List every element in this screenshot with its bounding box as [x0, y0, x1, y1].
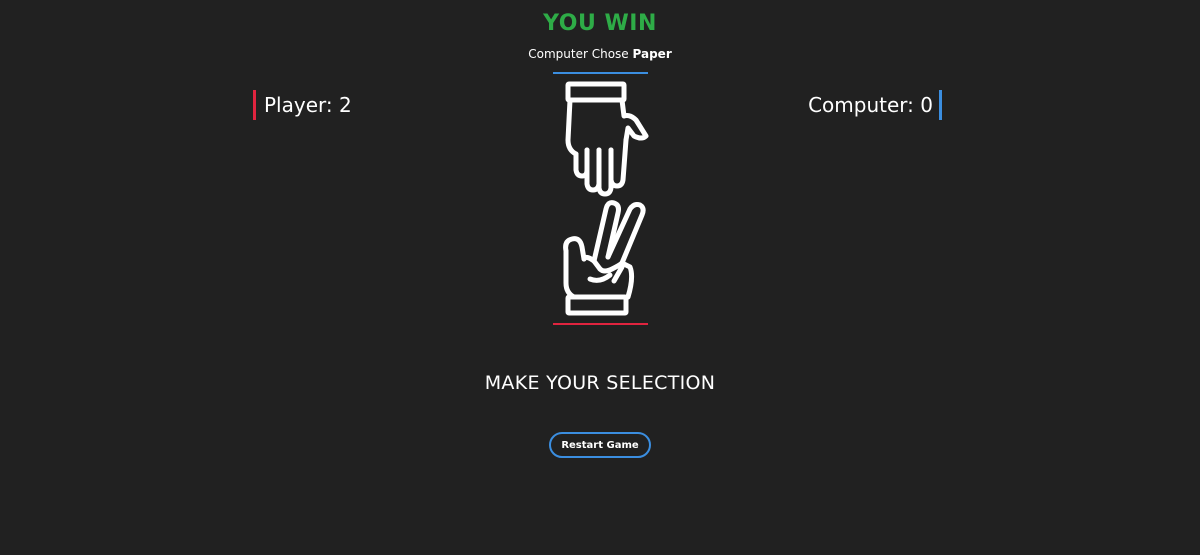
game-stage: YOU WIN Computer Chose Paper Player: 2 C… [0, 0, 1200, 555]
computer-divider [553, 72, 648, 74]
paper-hand-icon [550, 80, 650, 198]
restart-game-button[interactable]: Restart Game [549, 432, 651, 458]
result-subtitle: Computer Chose Paper [0, 47, 1200, 61]
result-title: YOU WIN [543, 11, 657, 36]
scissors-hand-icon [550, 197, 650, 317]
player-divider [553, 323, 648, 325]
result-subtitle-prefix: Computer Chose [528, 47, 629, 61]
player-score: Player: 2 [253, 90, 352, 120]
computer-choice: Paper [632, 47, 672, 61]
computer-score: Computer: 0 [808, 90, 942, 120]
selection-prompt: MAKE YOUR SELECTION [484, 372, 716, 394]
